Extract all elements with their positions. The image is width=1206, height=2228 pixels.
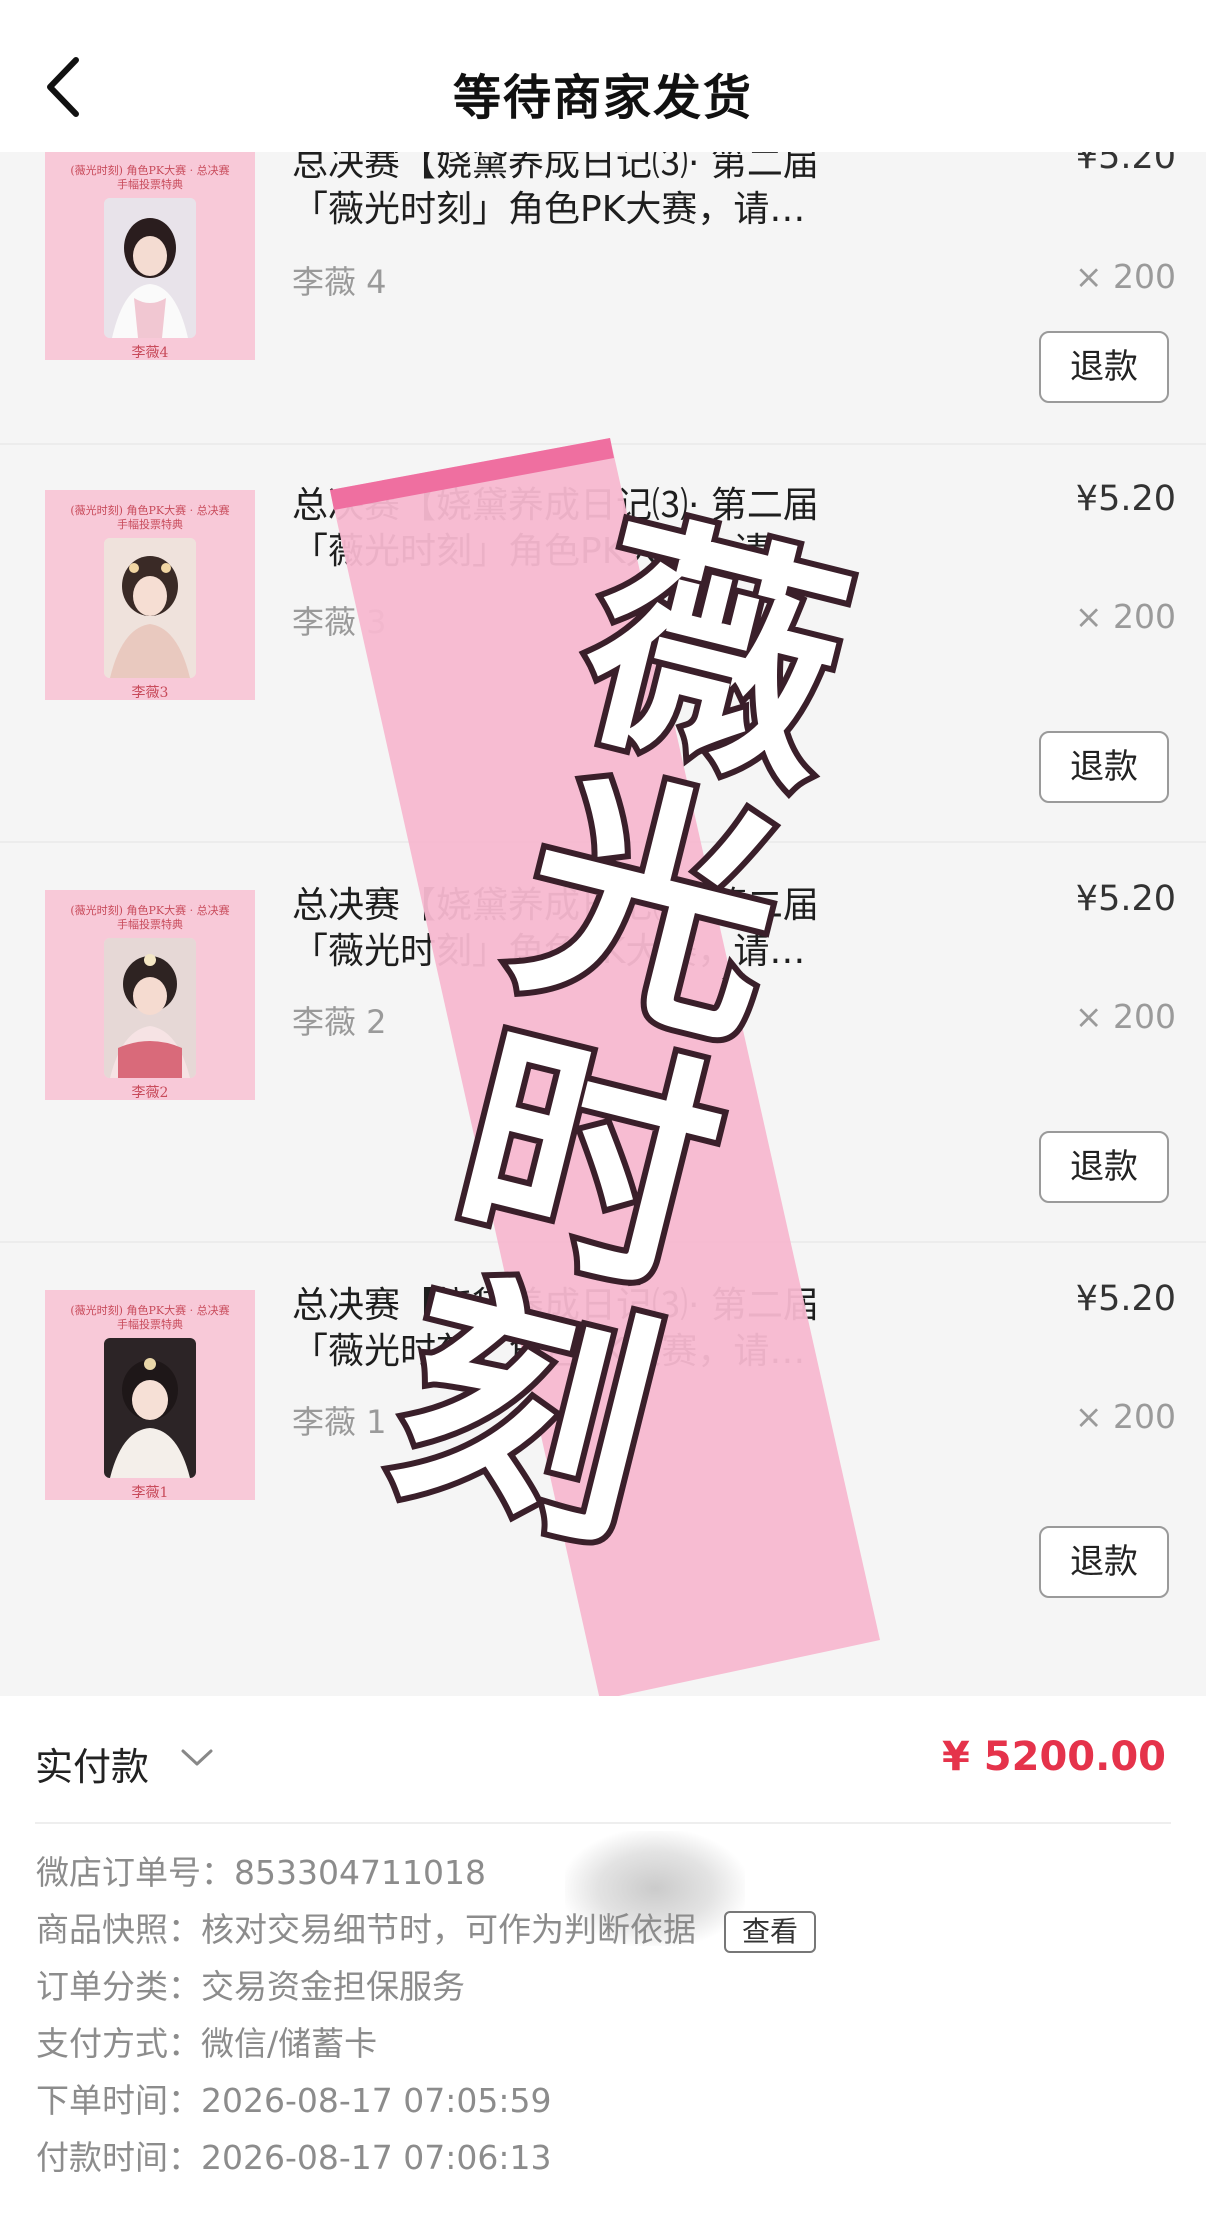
product-quantity: × 200: [1074, 1397, 1176, 1436]
thumbnail-name: 李薇3: [131, 685, 169, 701]
paid-time-row: 付款时间：2026-08-17 07:06:13: [36, 2138, 552, 2177]
thumbnail-subcaption: 手幅投票特典: [117, 918, 183, 931]
page-title: 等待商家发货: [452, 70, 753, 126]
thumbnail-subcaption: 手幅投票特典: [117, 518, 183, 531]
nav-header: 等待商家发货: [0, 0, 1206, 152]
product-thumbnail[interactable]: (薇光时刻) 角色PK大赛 · 总决赛 手幅投票特典 李薇4: [45, 150, 255, 361]
product-price: ¥5.20: [1075, 1279, 1176, 1319]
product-thumbnail[interactable]: (薇光时刻) 角色PK大赛 · 总决赛 手幅投票特典 李薇1: [45, 1290, 255, 1501]
order-item: (薇光时刻) 角色PK大赛 · 总决赛 手幅投票特典 李薇3 总决赛【娆黛养成日…: [0, 445, 1206, 843]
product-price: ¥5.20: [1075, 479, 1176, 519]
thumbnail-name: 李薇2: [131, 1085, 169, 1101]
product-price: ¥5.20: [1075, 879, 1176, 919]
portrait-image: [104, 938, 196, 1078]
refund-button[interactable]: 退款: [1039, 1131, 1169, 1203]
thumbnail-caption: (薇光时刻) 角色PK大赛 · 总决赛: [70, 164, 230, 177]
divider: [35, 1822, 1171, 1824]
product-thumbnail[interactable]: (薇光时刻) 角色PK大赛 · 总决赛 手幅投票特典 李薇2: [45, 890, 255, 1101]
order-items-list: (薇光时刻) 角色PK大赛 · 总决赛 手幅投票特典 李薇4 总决赛【娆黛养成日…: [0, 140, 1206, 1696]
product-title[interactable]: 总决赛【娆黛养成日记⑶· 第二届「薇光时刻」角色PK大赛，请…: [292, 141, 872, 233]
refund-button[interactable]: 退款: [1039, 331, 1169, 403]
chevron-down-icon[interactable]: [180, 1748, 214, 1768]
portrait-image: [104, 1338, 196, 1478]
product-title[interactable]: 总决赛【娆黛养成日记⑶· 第二届「薇光时刻」角色PK大赛，请…: [292, 883, 872, 975]
thumbnail-subcaption: 手幅投票特典: [117, 1318, 183, 1331]
order-time-row: 下单时间：2026-08-17 07:05:59: [36, 2081, 552, 2120]
snapshot-text: 商品快照：核对交易细节时，可作为判断依据: [36, 1910, 696, 1949]
view-snapshot-button[interactable]: 查看: [724, 1910, 817, 1953]
refund-button[interactable]: 退款: [1039, 1526, 1169, 1598]
thumbnail-caption: (薇光时刻) 角色PK大赛 · 总决赛: [70, 1304, 230, 1317]
order-summary: 实付款 ¥ 5200.00 微店订单号：853304711018 商品快照：核对…: [0, 1696, 1206, 2228]
thumbnail-name: 李薇1: [131, 1485, 169, 1501]
product-quantity: × 200: [1074, 597, 1176, 636]
paid-amount-label: 实付款: [35, 1745, 150, 1789]
portrait-image: [104, 198, 196, 338]
order-item: (薇光时刻) 角色PK大赛 · 总决赛 手幅投票特典 李薇2 总决赛【娆黛养成日…: [0, 845, 1206, 1243]
product-thumbnail[interactable]: (薇光时刻) 角色PK大赛 · 总决赛 手幅投票特典 李薇3: [45, 490, 255, 701]
product-variant: 李薇 4: [292, 263, 387, 301]
product-title[interactable]: 总决赛【娆黛养成日记⑶· 第二届「薇光时刻」角色PK大赛，请…: [292, 483, 872, 575]
order-category-row: 订单分类：交易资金担保服务: [36, 1967, 465, 2006]
product-variant: 李薇 2: [292, 1003, 387, 1041]
paid-amount-value: ¥ 5200.00: [942, 1734, 1166, 1780]
thumbnail-name: 李薇4: [131, 345, 169, 361]
thumbnail-caption: (薇光时刻) 角色PK大赛 · 总决赛: [70, 904, 230, 917]
thumbnail-subcaption: 手幅投票特典: [117, 178, 183, 191]
product-variant: 李薇 1: [292, 1403, 387, 1441]
order-item: (薇光时刻) 角色PK大赛 · 总决赛 手幅投票特典 李薇4 总决赛【娆黛养成日…: [0, 140, 1206, 445]
product-quantity: × 200: [1074, 997, 1176, 1036]
refund-button[interactable]: 退款: [1039, 731, 1169, 803]
order-item: (薇光时刻) 角色PK大赛 · 总决赛 手幅投票特典 李薇1 总决赛【娆黛养成日…: [0, 1245, 1206, 1696]
payment-method-row: 支付方式：微信/储蓄卡: [36, 2024, 378, 2063]
snapshot-row: 商品快照：核对交易细节时，可作为判断依据 查看: [36, 1903, 817, 1953]
product-quantity: × 200: [1074, 257, 1176, 296]
product-variant: 李薇 3: [292, 603, 387, 641]
thumbnail-caption: (薇光时刻) 角色PK大赛 · 总决赛: [70, 504, 230, 517]
portrait-image: [104, 538, 196, 678]
product-title[interactable]: 总决赛【娆黛养成日记⑶· 第二届「薇光时刻」角色PK大赛，请…: [292, 1283, 872, 1375]
order-number-row: 微店订单号：853304711018: [36, 1853, 486, 1892]
